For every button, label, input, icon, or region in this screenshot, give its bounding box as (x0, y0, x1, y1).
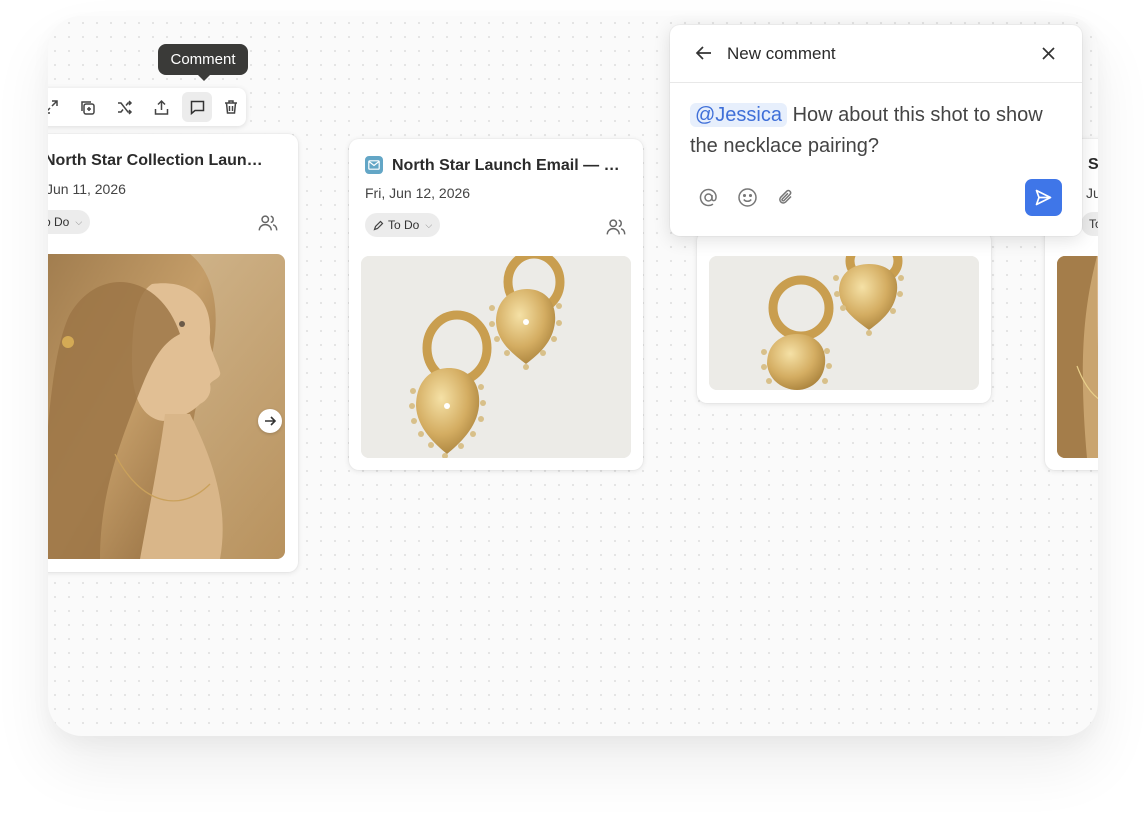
duplicate-icon (80, 100, 95, 115)
send-button[interactable] (1025, 179, 1062, 216)
status-pill[interactable]: o Do ⌵ (48, 210, 91, 234)
at-sign-button[interactable] (697, 186, 720, 209)
people-icon[interactable] (257, 212, 279, 234)
arrow-right-icon (265, 416, 277, 426)
new-comment-panel: New comment @Jessica How about this shot… (670, 25, 1082, 236)
attachment-button[interactable] (775, 186, 798, 209)
status-label: To (1089, 217, 1098, 231)
send-icon (1035, 189, 1052, 206)
trash-icon (225, 100, 237, 114)
back-arrow-icon[interactable] (695, 45, 713, 61)
mention-tag: @Jessica (690, 103, 787, 127)
card-toolbar (48, 88, 246, 126)
close-icon[interactable] (1041, 46, 1056, 61)
status-label: o Do (48, 215, 70, 229)
share-icon (154, 99, 168, 115)
comment-icon (190, 100, 204, 115)
share-button[interactable] (146, 92, 176, 122)
card-date: Ju (1086, 185, 1098, 201)
woman-portrait-image (48, 254, 285, 559)
comment-text-input[interactable]: @Jessica How about this shot to show the… (690, 100, 1062, 162)
at-sign-icon (699, 188, 717, 207)
comment-tooltip: Comment (158, 44, 248, 81)
card-title: North Star Launch Email — … (392, 157, 620, 174)
card-1[interactable]: North Star Collection Laun… Jun 11, 2026… (48, 134, 298, 572)
status-label: To Do (388, 218, 420, 232)
comment-panel-title: New comment (727, 44, 836, 63)
shuffle-button[interactable] (109, 92, 139, 122)
comment-tools (697, 186, 798, 209)
card-date: Jun 11, 2026 (48, 181, 126, 197)
necklace-portrait-image (1057, 256, 1098, 458)
emoji-button[interactable] (736, 186, 759, 209)
card-3[interactable] (697, 231, 991, 403)
attachment-icon (779, 189, 792, 204)
expand-icon (48, 100, 58, 114)
next-image-button[interactable] (258, 409, 282, 433)
chevron-down-icon: ⌵ (425, 219, 433, 230)
shuffle-icon (117, 99, 132, 115)
earrings-image-cropped (709, 256, 979, 390)
expand-button[interactable] (48, 92, 66, 122)
duplicate-button[interactable] (72, 92, 102, 122)
card-title: North Star Collection Laun… (48, 152, 263, 169)
status-pill[interactable]: To (1081, 212, 1098, 236)
pencil-icon (373, 220, 384, 230)
status-pill[interactable]: To Do ⌵ (365, 213, 441, 237)
comment-panel-header: New comment (670, 25, 1082, 83)
earrings-image (361, 256, 631, 458)
delete-button[interactable] (216, 92, 246, 122)
card-date: Fri, Jun 12, 2026 (365, 185, 471, 201)
comment-button[interactable] (182, 92, 212, 122)
chevron-down-icon: ⌵ (75, 216, 83, 227)
emoji-icon (738, 188, 757, 207)
card-title: S (1088, 156, 1098, 173)
email-icon (365, 156, 383, 174)
people-icon[interactable] (605, 216, 627, 238)
card-2[interactable]: North Star Launch Email — … Fri, Jun 12,… (349, 139, 643, 470)
